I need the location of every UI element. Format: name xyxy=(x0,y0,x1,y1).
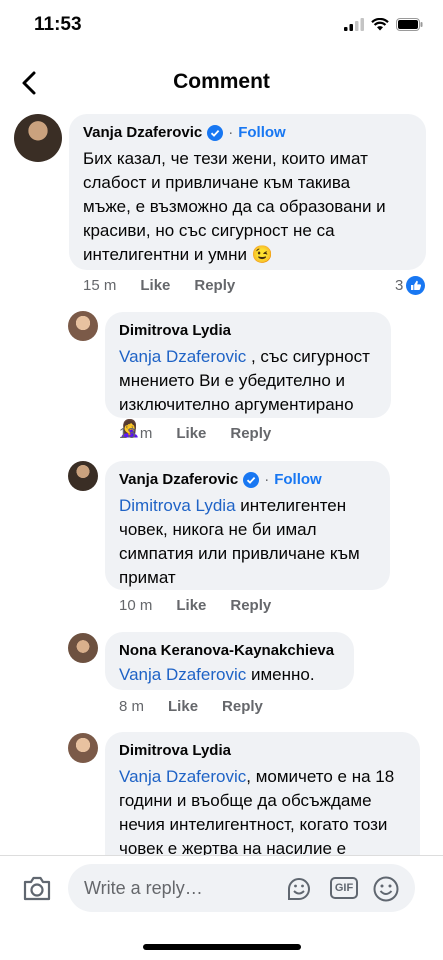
comment-meta: 10 m Like Reply xyxy=(119,597,271,614)
page-title: Comment xyxy=(173,70,270,93)
gif-button[interactable]: GIF xyxy=(330,877,358,899)
comment-meta: 13 m Like Reply xyxy=(119,425,271,442)
comment-author[interactable]: Vanja Dzaferovic xyxy=(83,124,202,142)
follow-button[interactable]: Follow xyxy=(274,471,322,489)
comment-text: Бих казал, че тези жени, които имат слаб… xyxy=(83,149,386,264)
reply-button[interactable]: Reply xyxy=(222,698,263,715)
comment-time: 8 m xyxy=(119,698,145,715)
mention-link[interactable]: Vanja Dzaferovic xyxy=(119,347,246,366)
reaction-count[interactable]: 3 xyxy=(395,276,426,295)
emoji-icon[interactable] xyxy=(372,875,400,903)
mention-link[interactable]: Vanja Dzaferovic xyxy=(119,665,246,684)
home-indicator xyxy=(143,944,301,950)
like-reaction-icon xyxy=(406,276,426,295)
mention-link[interactable]: Dimitrova Lydia xyxy=(119,496,236,515)
comment-author[interactable]: Nona Keranova-Kaynakchieva xyxy=(119,642,334,660)
reply-button[interactable]: Reply xyxy=(230,597,271,614)
comment-time: 13 m xyxy=(119,425,153,442)
reaction-count-label: 3 xyxy=(395,277,404,294)
like-button[interactable]: Like xyxy=(176,425,206,442)
comment-meta: 15 m Like Reply xyxy=(83,277,235,294)
comment-meta: 8 m Like Reply xyxy=(119,698,263,715)
signal-icon xyxy=(344,18,364,31)
separator-dot: · xyxy=(264,471,270,488)
avatar[interactable] xyxy=(68,311,98,341)
comment-author[interactable]: Dimitrova Lydia xyxy=(119,742,231,760)
status-icons xyxy=(344,18,423,31)
camera-icon[interactable] xyxy=(22,875,52,902)
comment-bubble: Vanja Dzaferovic · Follow Dimitrova Lydi… xyxy=(105,461,390,590)
comment-author[interactable]: Vanja Dzaferovic xyxy=(119,471,238,489)
comment-time: 10 m xyxy=(119,597,153,614)
comment-body: именно. xyxy=(246,665,315,684)
battery-icon xyxy=(396,18,423,31)
comment-bubble: Nona Keranova-Kaynakchieva Vanja Dzafero… xyxy=(105,632,354,690)
follow-button[interactable]: Follow xyxy=(238,124,286,142)
avatar[interactable] xyxy=(68,461,98,491)
like-button[interactable]: Like xyxy=(168,698,198,715)
like-button[interactable]: Like xyxy=(176,597,206,614)
comment-bubble: Dimitrova Lydia Vanja Dzaferovic, момиче… xyxy=(105,732,420,872)
comment-time: 15 m xyxy=(83,277,117,294)
separator-dot: · xyxy=(228,124,234,141)
comment-text: Dimitrova Lydia интелигентен човек, нико… xyxy=(119,494,376,590)
status-time: 11:53 xyxy=(34,14,82,35)
verified-badge-icon xyxy=(207,125,224,141)
avatar[interactable] xyxy=(14,114,62,162)
mention-link[interactable]: Vanja Dzaferovic xyxy=(119,767,246,786)
gif-label: GIF xyxy=(334,882,354,894)
reply-button[interactable]: Reply xyxy=(194,277,235,294)
avatar[interactable] xyxy=(68,633,98,663)
like-button[interactable]: Like xyxy=(140,277,170,294)
wifi-icon xyxy=(371,18,389,31)
avatar[interactable] xyxy=(68,733,98,763)
sticker-icon[interactable] xyxy=(285,875,313,903)
comment-bubble: Vanja Dzaferovic · Follow Бих казал, че … xyxy=(69,114,426,270)
comment-bubble: Dimitrova Lydia Vanja Dzaferovic , със с… xyxy=(105,312,391,438)
comment-author[interactable]: Dimitrova Lydia xyxy=(119,322,231,340)
comment-text: Vanja Dzaferovic, момичето е на 18 годин… xyxy=(119,765,406,861)
verified-badge-icon xyxy=(243,472,260,488)
comment-text: Vanja Dzaferovic именно. xyxy=(119,663,340,687)
reply-placeholder: Write a reply… xyxy=(84,878,203,898)
reply-button[interactable]: Reply xyxy=(230,425,271,442)
